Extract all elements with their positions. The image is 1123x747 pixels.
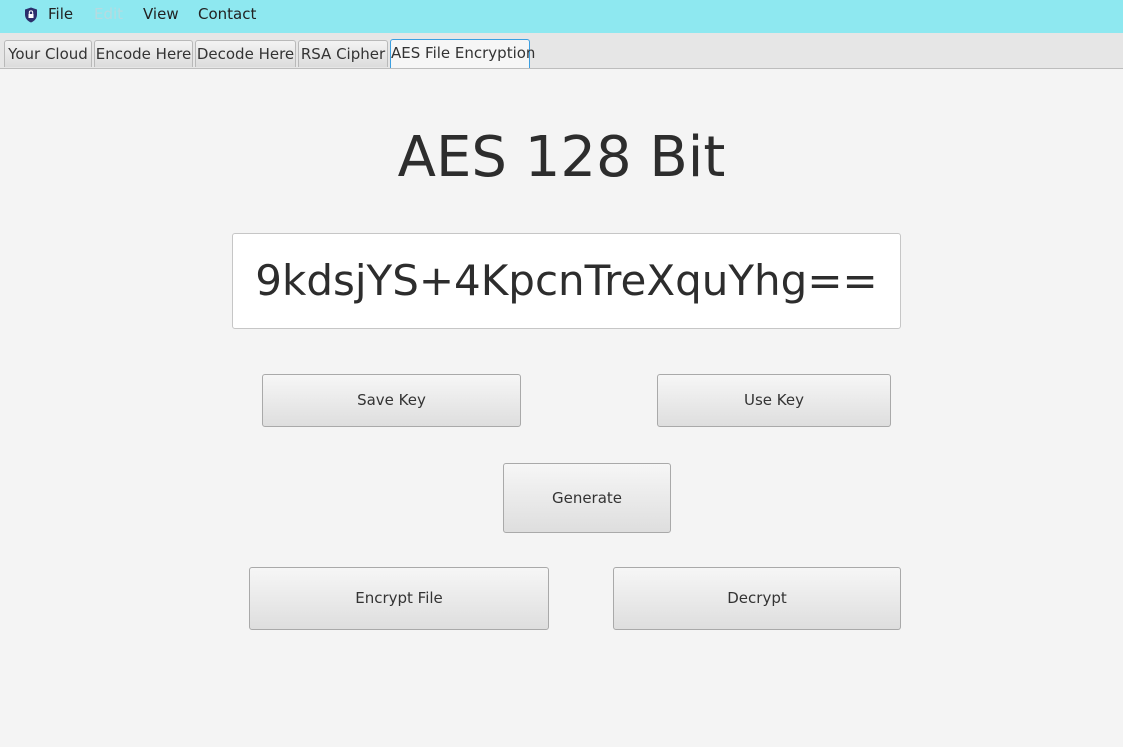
shield-lock-icon[interactable] — [24, 7, 38, 23]
tab-rsa-cipher[interactable]: RSA Cipher — [298, 40, 388, 67]
menu-file[interactable]: File — [48, 0, 73, 31]
tab-decode-here[interactable]: Decode Here — [195, 40, 296, 67]
tab-aes-file-encryption[interactable]: AES File Encryption — [390, 39, 535, 68]
menu-contact[interactable]: Contact — [198, 0, 256, 31]
menu-view[interactable]: View — [143, 0, 179, 31]
menu-edit[interactable]: Edit — [94, 0, 123, 31]
tab-your-cloud[interactable]: Your Cloud — [4, 40, 92, 67]
page-title: AES 128 Bit — [397, 125, 726, 190]
decrypt-button[interactable]: Decrypt — [613, 567, 901, 630]
tab-encode-here[interactable]: Encode Here — [94, 40, 193, 67]
generate-button[interactable]: Generate — [503, 463, 671, 533]
tab-bar: Your Cloud Encode Here Decode Here RSA C… — [0, 33, 1123, 69]
menu-bar: File Edit View Contact — [0, 0, 1123, 33]
save-key-button[interactable]: Save Key — [262, 374, 521, 427]
key-field[interactable]: 9kdsjYS+4KpcnTreXquYhg== — [232, 233, 901, 329]
encrypt-file-button[interactable]: Encrypt File — [249, 567, 549, 630]
use-key-button[interactable]: Use Key — [657, 374, 891, 427]
